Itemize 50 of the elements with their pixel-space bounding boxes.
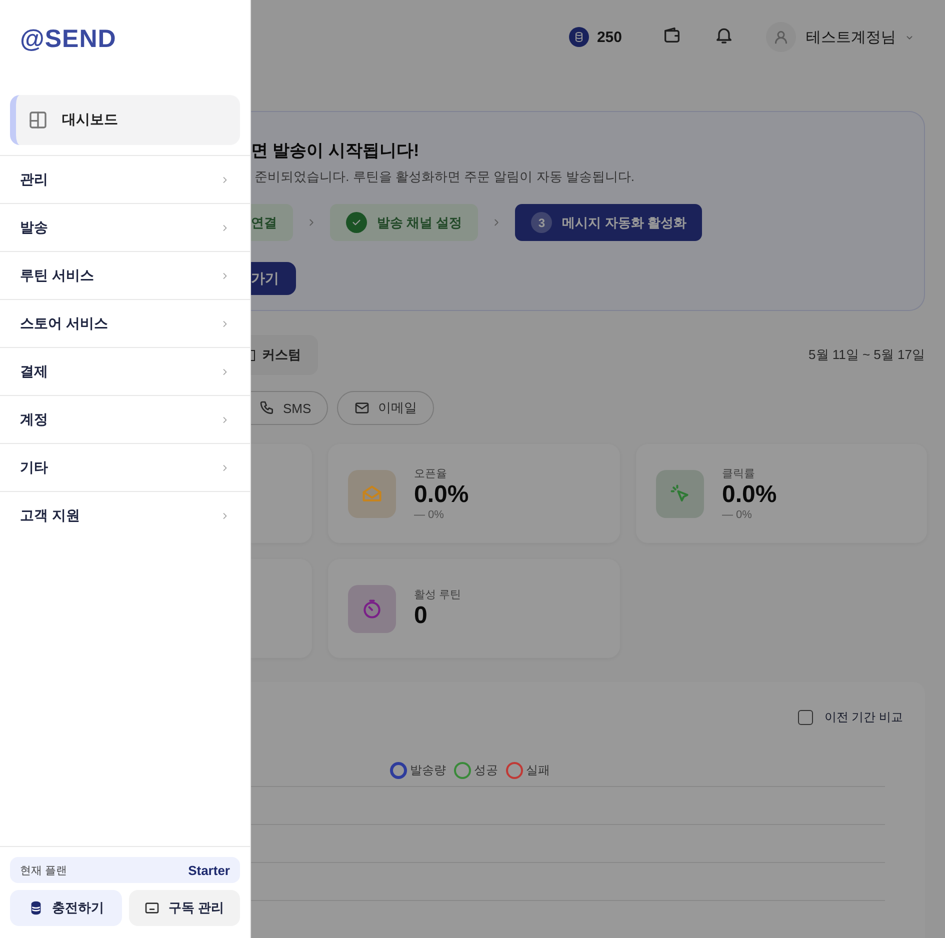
sidebar-item[interactable]: 고객 지원 [0,491,250,539]
sidebar-item[interactable]: 루틴 서비스 [0,251,250,299]
layout-icon [28,110,48,130]
sidebar-button[interactable]: 충전하기 [10,890,122,926]
sidebar-item[interactable]: 기타 [0,443,250,491]
compare-checkbox[interactable] [798,710,814,725]
date-range: 5월 11일 ~ 5월 17일 [808,346,925,364]
checkbox-label: 이전 기간 비교 [824,709,903,726]
legend-label: 발송량 [410,762,446,778]
credit-count: 250 [596,28,622,46]
sidebar-item[interactable]: 대시보드 [10,95,240,145]
banner-title: 면 발송이 시작됩니다! [251,140,420,162]
setup-step: 발송 채널 설정 [330,204,478,242]
card-icon [144,900,160,916]
sidebar-item[interactable]: 스토어 서비스 [0,299,250,347]
logo[interactable]: @SEND [0,0,250,70]
start-button[interactable]: 가기 [251,262,296,296]
stat-label: 오픈율 [414,467,448,482]
setup-step: 연결 [251,204,293,242]
stat-value: 0 [414,602,428,630]
sidebar-item[interactable]: 관리 [0,155,250,203]
setup-step: 3 메시지 자동화 활성화 [515,204,702,242]
stat-value: 0.0% [722,481,777,509]
user-name[interactable]: 테스트계정님 [806,28,896,47]
legend-marker[interactable] [390,762,407,778]
plan-info: 현재 플랜 Starter [10,857,240,883]
banner-subtitle: 준비되었습니다. 루틴을 활성화하면 주문 알림이 자동 발송됩니다. [254,168,636,186]
stat-label: 활성 루틴 [414,588,462,602]
legend-label: 실패 [526,762,550,778]
legend-marker[interactable] [454,762,471,778]
legend-label: 성공 [474,762,498,778]
mail-icon [354,400,370,416]
avatar[interactable] [766,22,796,52]
sidebar-button[interactable]: 구독 관리 [128,890,240,926]
sidebar-item[interactable]: 발송 [0,203,250,251]
custom-period-button[interactable]: 커스텀 [251,335,318,375]
sidebar-item[interactable]: 계정 [0,395,250,443]
stat-change: — 0% [722,508,753,521]
channel-filter[interactable]: SMS [251,391,328,425]
sidebar-item[interactable]: 결제 [0,347,250,395]
coins-glyph [572,31,585,44]
phone-icon [259,400,275,416]
user-icon [772,28,790,46]
wallet-icon [662,24,682,45]
channel-filter[interactable]: 이메일 [337,391,434,425]
stat-value: 0.0% [414,481,469,509]
step-number: 3 [531,212,552,234]
stat-label: 클릭률 [722,467,756,482]
stat-change: — 0% [414,508,445,521]
legend-marker[interactable] [506,762,523,778]
